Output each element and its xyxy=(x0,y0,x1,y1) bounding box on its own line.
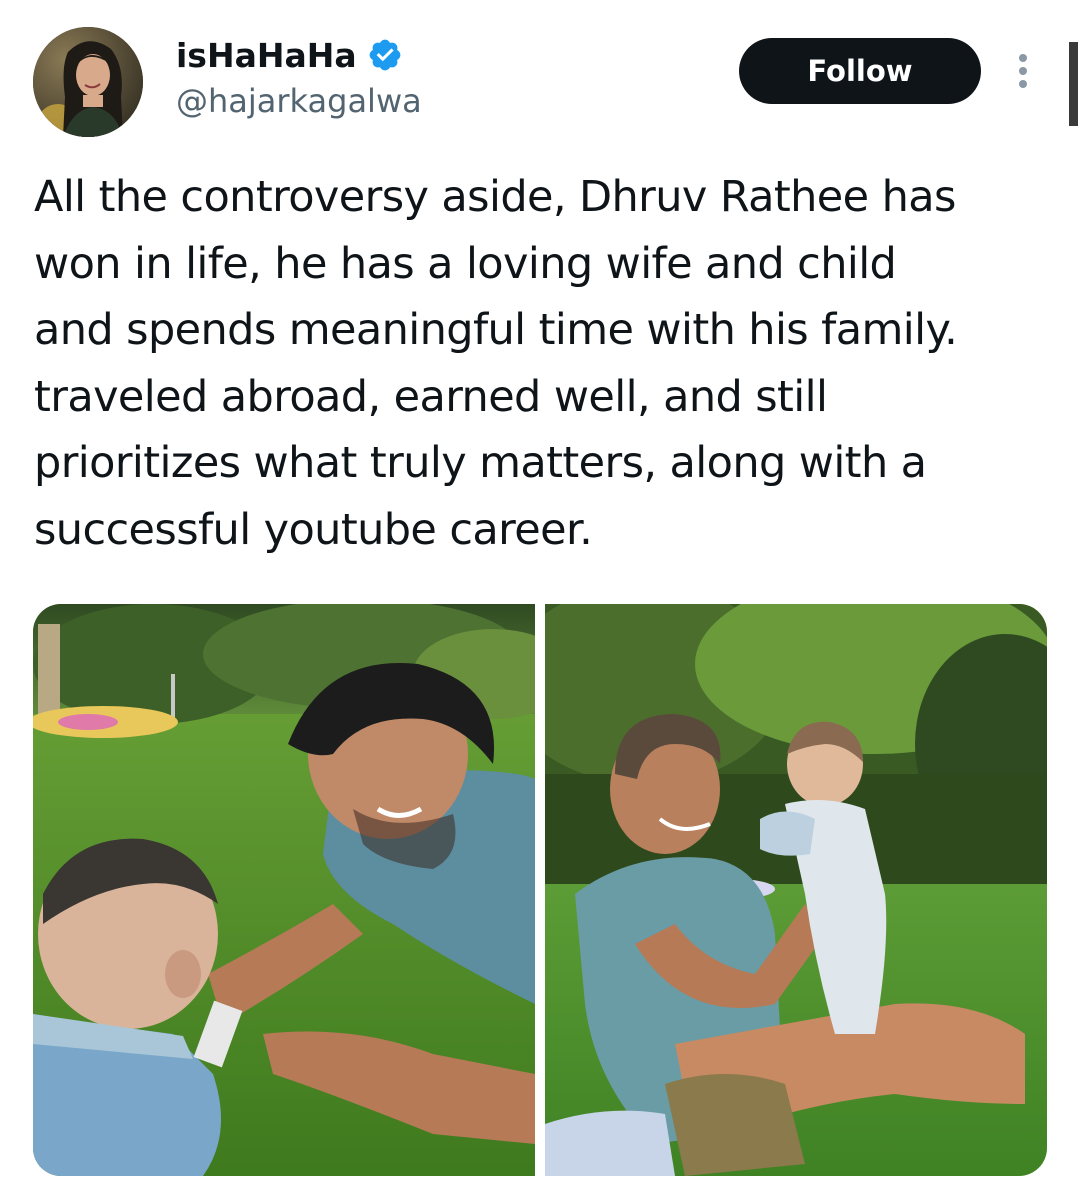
author-name-row[interactable]: isHaHaHa xyxy=(176,30,403,80)
more-vertical-icon[interactable] xyxy=(1008,48,1038,94)
photo-man-holding-baby-on-grass[interactable] xyxy=(545,604,1047,1176)
media-grid[interactable] xyxy=(33,604,1047,1176)
photo-right-image xyxy=(545,604,1047,1176)
more-dot xyxy=(1019,67,1027,75)
scrollbar[interactable] xyxy=(1069,42,1078,126)
avatar[interactable] xyxy=(33,27,143,137)
follow-button[interactable]: Follow xyxy=(739,38,981,104)
more-dot xyxy=(1019,80,1027,88)
photo-man-lying-on-grass-with-baby[interactable] xyxy=(33,604,535,1176)
avatar-image xyxy=(33,27,143,137)
more-dot xyxy=(1019,54,1027,62)
author-display-name[interactable]: isHaHaHa xyxy=(176,36,357,75)
author-handle[interactable]: @hajarkagalwa xyxy=(176,82,422,120)
tweet-text: All the controversy aside, Dhruv Rathee … xyxy=(34,172,958,555)
photo-left-image xyxy=(33,604,535,1176)
verified-badge-icon xyxy=(369,39,400,71)
